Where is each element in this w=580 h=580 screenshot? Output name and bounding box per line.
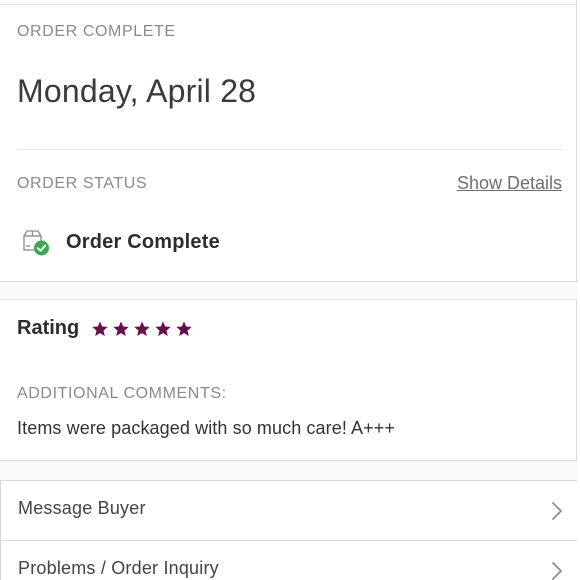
order-inquiry-row[interactable]: Problems / Order Inquiry [0,540,577,580]
star-icon [134,320,150,336]
section-spacer [0,282,577,300]
section-divider [17,149,563,150]
star-rating [91,320,196,338]
additional-comments-heading: ADDITIONAL COMMENTS: [17,385,227,402]
rating-card: Rating ADDITIONAL COMMENTS: Items were p… [0,300,577,461]
message-buyer-row[interactable]: Message Buyer [0,480,577,540]
star-icon [155,320,171,336]
section-spacer [0,461,577,480]
action-list: Message Buyer Problems / Order Inquiry [0,480,577,580]
star-icon [176,320,192,336]
message-buyer-label: Message Buyer [18,498,146,518]
show-details-link[interactable]: Show Details [457,173,562,194]
package-check-icon [21,227,51,257]
order-complete-heading: ORDER COMPLETE [17,23,176,40]
order-status-heading: ORDER STATUS [17,175,148,192]
rating-label: Rating [17,317,80,339]
comment-text: Items were packaged with so much care! A… [17,418,395,438]
chevron-right-icon [551,561,563,580]
order-status-text: Order Complete [66,230,220,253]
order-summary-card: ORDER COMPLETE Monday, April 28 ORDER ST… [0,5,577,282]
rating-row: Rating [17,317,196,340]
star-icon [92,320,108,336]
order-date: Monday, April 28 [17,73,257,109]
order-status-row: Order Complete [21,227,220,257]
order-inquiry-label: Problems / Order Inquiry [18,558,219,578]
chevron-right-icon [551,501,563,521]
order-details-page: ORDER COMPLETE Monday, April 28 ORDER ST… [0,0,580,580]
star-icon [113,320,129,336]
